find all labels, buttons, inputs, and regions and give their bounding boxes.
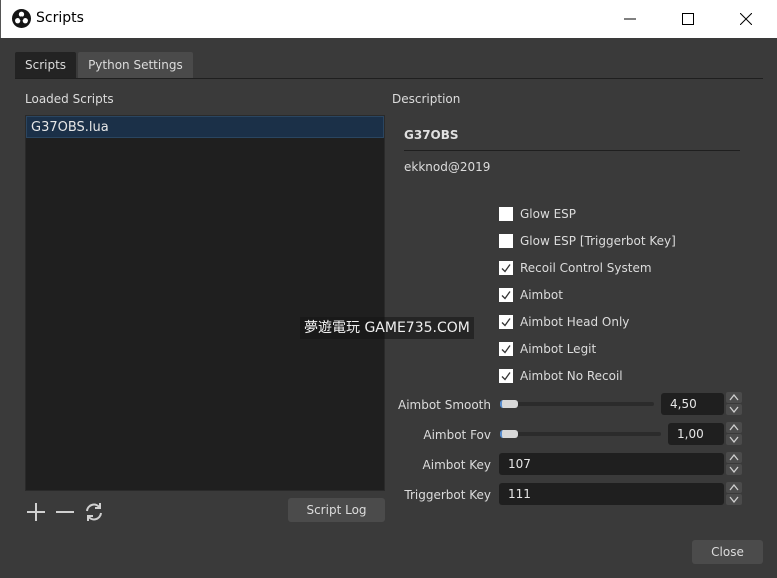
- checkbox-aimbot-head-only[interactable]: Aimbot Head Only: [499, 313, 629, 331]
- checkbox-box[interactable]: [499, 342, 513, 356]
- aimbot-smooth-slider-handle[interactable]: [500, 400, 518, 408]
- watermark-text: 夢遊電玩 GAME735.COM: [300, 317, 474, 339]
- checkbox-box[interactable]: [499, 207, 513, 221]
- checkmark-icon: [501, 345, 511, 354]
- checkbox-aimbot-no-recoil[interactable]: Aimbot No Recoil: [499, 367, 623, 385]
- remove-script-button[interactable]: [53, 500, 77, 524]
- triggerbot-key-spin-arrows: [726, 482, 742, 506]
- checkbox-label: Aimbot Legit: [520, 342, 597, 356]
- checkmark-icon: [501, 264, 511, 273]
- plus-icon: [27, 503, 45, 521]
- checkbox-box[interactable]: [499, 288, 513, 302]
- checkbox-label: Aimbot Head Only: [520, 315, 630, 329]
- script-author: ekknod@2019: [404, 160, 491, 174]
- chevron-up-icon: [729, 424, 739, 431]
- triggerbot-key-label: Triggerbot Key: [404, 488, 491, 502]
- checkmark-icon: [501, 372, 511, 381]
- aimbot-smooth-slider[interactable]: [500, 402, 654, 406]
- aimbot-fov-slider[interactable]: [500, 432, 661, 436]
- minus-icon: [56, 511, 74, 513]
- checkbox-box[interactable]: [499, 369, 513, 383]
- dialog-body: Scripts Python Settings Loaded Scripts G…: [0, 38, 777, 578]
- close-button[interactable]: Close: [692, 540, 763, 564]
- description-label: Description: [392, 92, 461, 106]
- spin-down-button[interactable]: [726, 464, 742, 475]
- refresh-icon: [86, 503, 102, 521]
- chevron-up-icon: [729, 454, 739, 461]
- obs-logo-icon: [12, 9, 31, 28]
- maximize-icon: [682, 13, 694, 25]
- checkbox-aimbot-legit[interactable]: Aimbot Legit: [499, 340, 596, 358]
- checkbox-label: Glow ESP [Triggerbot Key]: [520, 234, 676, 248]
- checkbox-label: Glow ESP: [520, 207, 577, 221]
- aimbot-fov-spin-arrows: [726, 422, 742, 446]
- aimbot-smooth-label: Aimbot Smooth: [397, 398, 491, 412]
- title-bar: Scripts: [0, 0, 777, 38]
- aimbot-fov-spinbox[interactable]: 1,00: [668, 423, 724, 445]
- chevron-down-icon: [729, 406, 739, 413]
- close-icon: [740, 13, 752, 25]
- spin-down-button[interactable]: [726, 494, 742, 505]
- spin-up-button[interactable]: [726, 482, 742, 493]
- spin-up-button[interactable]: [726, 392, 742, 403]
- tab-divider: [15, 78, 763, 79]
- window-title: Scripts: [36, 10, 84, 26]
- checkbox-aimbot[interactable]: Aimbot: [499, 286, 563, 304]
- description-separator: [404, 150, 740, 151]
- aimbot-smooth-spin-arrows: [726, 392, 742, 416]
- add-script-button[interactable]: [24, 500, 48, 524]
- tab-python-settings[interactable]: Python Settings: [78, 52, 193, 78]
- checkbox-recoil-control-system[interactable]: Recoil Control System: [499, 259, 652, 277]
- chevron-down-icon: [729, 466, 739, 473]
- close-window-button[interactable]: [717, 0, 775, 38]
- chevron-up-icon: [729, 484, 739, 491]
- chevron-up-icon: [729, 394, 739, 401]
- chevron-down-icon: [729, 496, 739, 503]
- aimbot-key-field[interactable]: 107: [499, 453, 724, 475]
- reload-script-button[interactable]: [82, 500, 106, 524]
- checkbox-box[interactable]: [499, 261, 513, 275]
- chevron-down-icon: [729, 436, 739, 443]
- aimbot-key-spin-arrows: [726, 452, 742, 476]
- checkbox-glow-esp[interactable]: Glow ESP: [499, 205, 576, 223]
- checkbox-box[interactable]: [499, 234, 513, 248]
- checkmark-icon: [501, 318, 511, 327]
- script-list-item[interactable]: G37OBS.lua: [26, 116, 384, 138]
- minimize-icon: [624, 18, 636, 20]
- tab-bar: Scripts Python Settings: [15, 52, 195, 78]
- maximize-button[interactable]: [659, 0, 717, 38]
- checkbox-label: Aimbot: [520, 288, 563, 302]
- spin-down-button[interactable]: [726, 404, 742, 415]
- spin-up-button[interactable]: [726, 422, 742, 433]
- spin-up-button[interactable]: [726, 452, 742, 463]
- checkbox-glow-esp-triggerbot-key[interactable]: Glow ESP [Triggerbot Key]: [499, 232, 676, 250]
- tab-scripts[interactable]: Scripts: [15, 52, 77, 78]
- checkbox-box[interactable]: [499, 315, 513, 329]
- spin-down-button[interactable]: [726, 434, 742, 445]
- aimbot-fov-slider-handle[interactable]: [500, 430, 518, 438]
- aimbot-key-label: Aimbot Key: [422, 458, 491, 472]
- aimbot-smooth-spinbox[interactable]: 4,50: [661, 393, 724, 415]
- loaded-scripts-label: Loaded Scripts: [25, 92, 114, 106]
- checkmark-icon: [501, 291, 511, 300]
- checkbox-label: Recoil Control System: [520, 261, 652, 275]
- script-title: G37OBS: [404, 128, 459, 142]
- checkbox-label: Aimbot No Recoil: [520, 369, 623, 383]
- minimize-button[interactable]: [601, 0, 659, 38]
- triggerbot-key-field[interactable]: 111: [499, 483, 724, 505]
- aimbot-fov-label: Aimbot Fov: [423, 428, 491, 442]
